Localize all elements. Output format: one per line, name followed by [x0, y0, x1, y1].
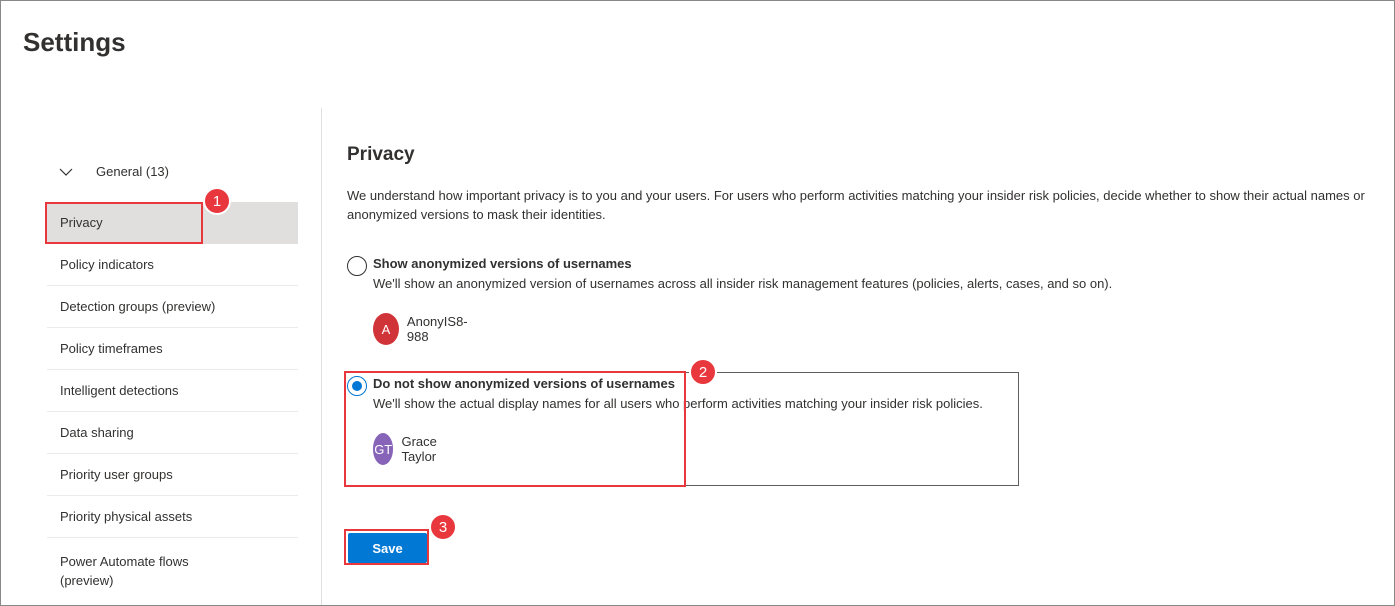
settings-window: Settings General (13) Privacy Policy ind… — [0, 0, 1395, 606]
chevron-down-icon — [59, 168, 73, 176]
avatar: A — [373, 313, 399, 345]
sidebar-item-label: Detection groups (preview) — [60, 299, 216, 314]
option-label: Do not show anonymized versions of usern… — [373, 376, 675, 391]
sidebar-item-policy-indicators[interactable]: Policy indicators — [47, 244, 298, 286]
nav-group-label: General (13) — [96, 164, 169, 179]
option-description: We'll show the actual display names for … — [373, 396, 983, 411]
sidebar-item-policy-timeframes[interactable]: Policy timeframes — [47, 328, 298, 370]
privacy-description: We understand how important privacy is t… — [347, 188, 1365, 222]
radio-do-not-show-anonymized[interactable] — [347, 376, 367, 396]
sidebar-item-label: Data sharing — [60, 425, 134, 440]
nav-group-general[interactable]: General (13) — [59, 164, 169, 179]
save-button[interactable]: Save — [348, 533, 427, 563]
option-description: We'll show an anonymized version of user… — [373, 276, 1113, 291]
persona-name: AnonyIS8-988 — [406, 314, 468, 344]
sidebar-item-intelligent-detections[interactable]: Intelligent detections — [47, 370, 298, 412]
example-persona: A AnonyIS8-988 — [373, 313, 474, 345]
sidebar-item-label: Policy timeframes — [60, 341, 163, 356]
sidebar-item-priority-physical-assets[interactable]: Priority physical assets — [47, 496, 298, 538]
sidebar-item-detection-groups[interactable]: Detection groups (preview) — [47, 286, 298, 328]
sidebar-item-label: Intelligent detections — [60, 383, 179, 398]
sidebar-item-label: Priority physical assets — [60, 509, 193, 524]
page-title: Settings — [23, 27, 126, 57]
sidebar-item-label: Priority user groups — [60, 467, 173, 482]
sidebar-item-label: Privacy — [60, 215, 103, 230]
sidebar-item-power-automate-flows[interactable]: Power Automate flows (preview) — [47, 538, 298, 600]
example-persona: GT Grace Taylor — [373, 433, 448, 465]
sidebar-item-label: Power Automate flows (preview) — [60, 554, 189, 588]
sidebar-item-label: Policy indicators — [60, 257, 154, 272]
section-title: Privacy — [347, 144, 415, 165]
sidebar-item-priority-user-groups[interactable]: Priority user groups — [47, 454, 298, 496]
sidebar-item-privacy[interactable]: Privacy — [47, 202, 298, 244]
option-label: Show anonymized versions of usernames — [373, 256, 632, 271]
callout-badge-3: 3 — [429, 513, 457, 541]
sidebar-nav: Privacy Policy indicators Detection grou… — [47, 202, 298, 600]
persona-name: Grace Taylor — [401, 434, 437, 464]
sidebar-divider — [321, 108, 322, 605]
sidebar-item-data-sharing[interactable]: Data sharing — [47, 412, 298, 454]
radio-show-anonymized[interactable] — [347, 256, 367, 276]
avatar: GT — [373, 433, 394, 465]
